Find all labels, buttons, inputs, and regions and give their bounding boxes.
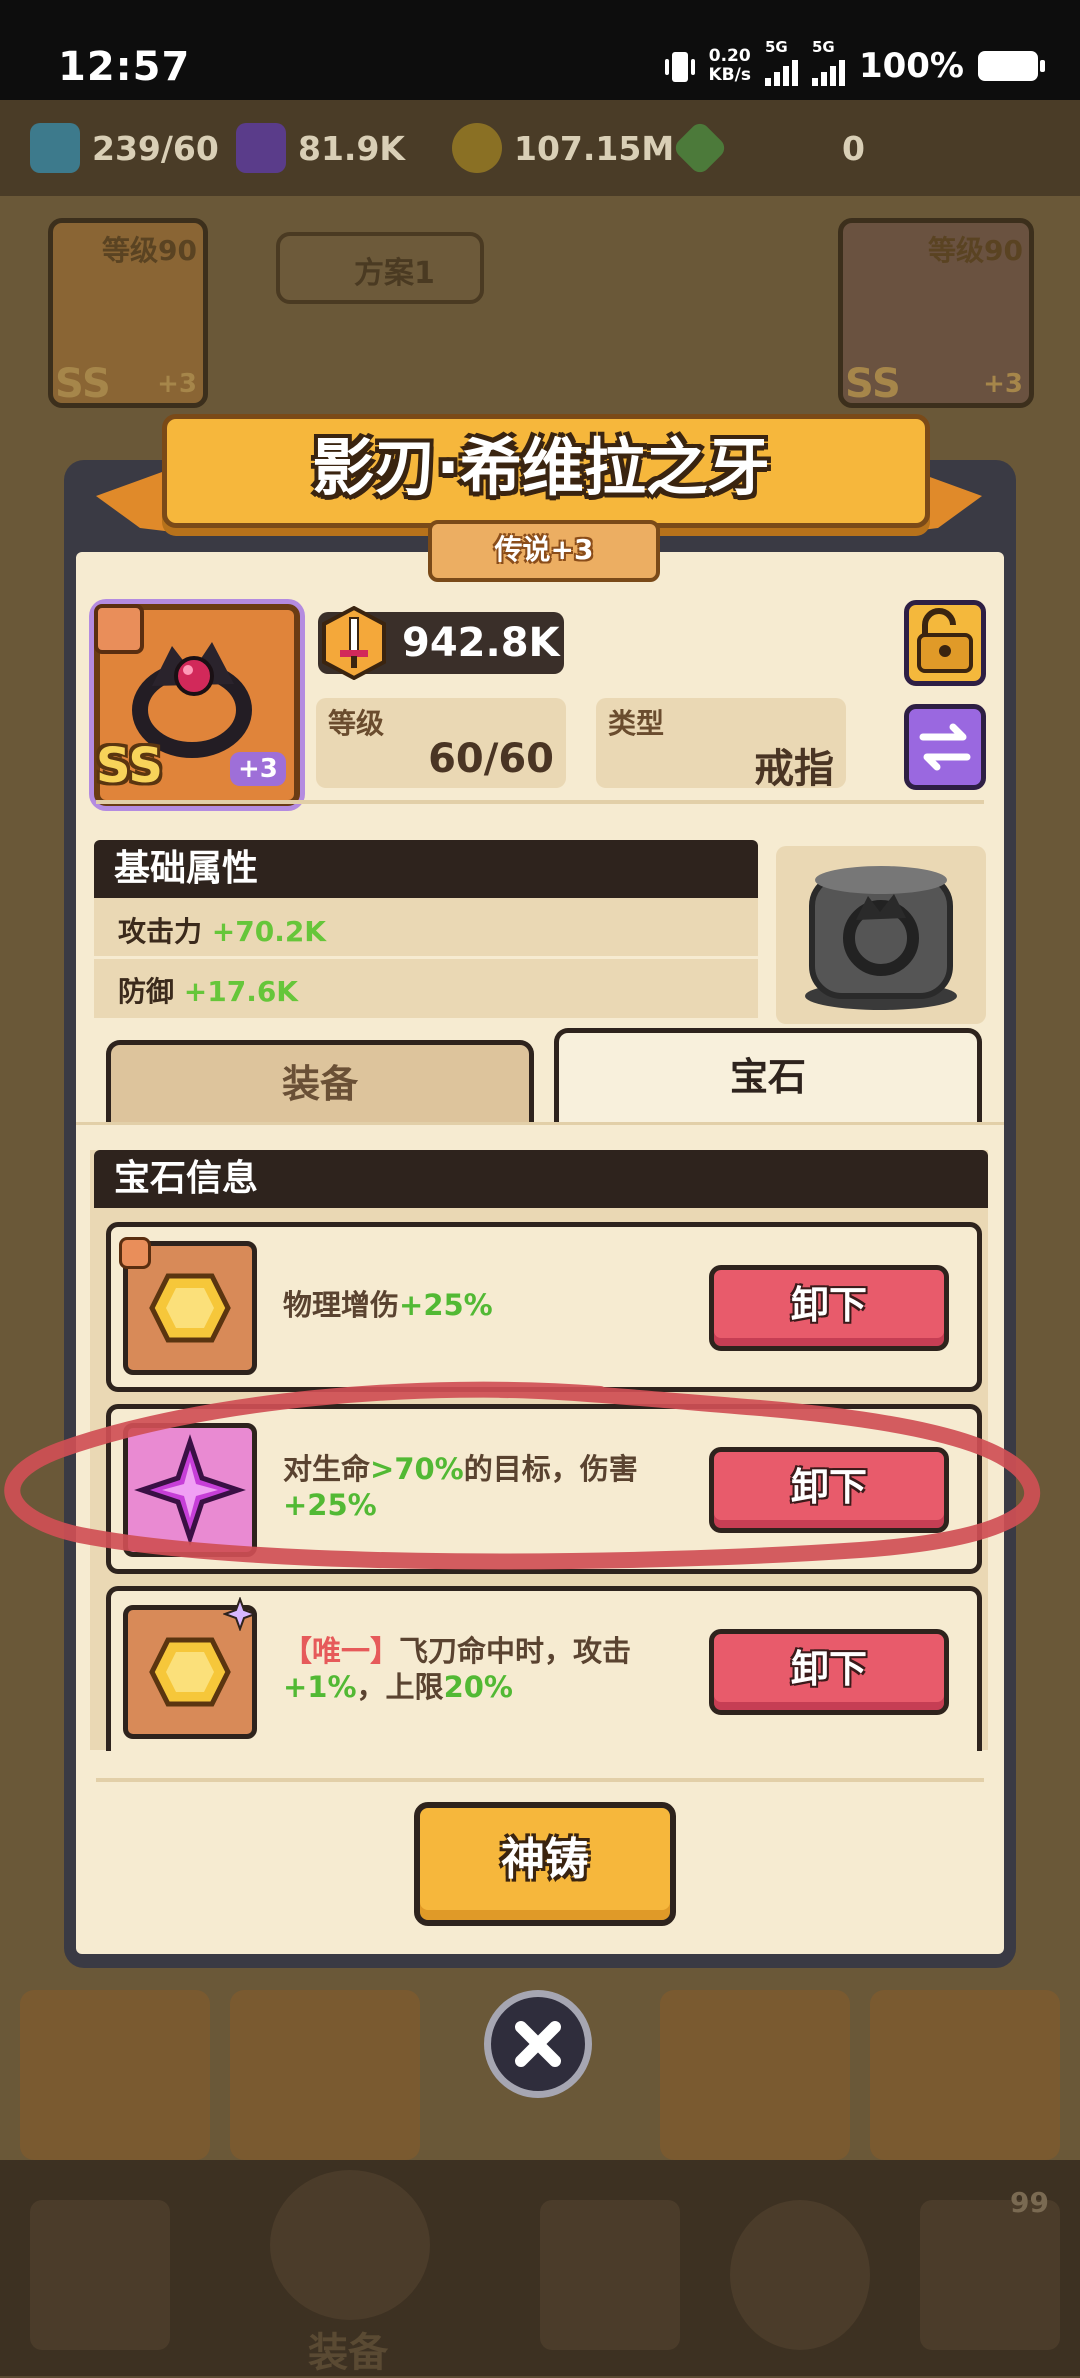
bg-gem-slot-1[interactable] xyxy=(20,1990,210,2160)
attr-defense-value: +17.6K xyxy=(183,975,299,1008)
attr-attack-label: 攻击力 xyxy=(118,915,203,948)
gem3-text-b: ，上限 xyxy=(356,1670,444,1704)
glass-case-icon xyxy=(805,866,957,1010)
divider-top xyxy=(96,800,984,804)
battery-percent: 100% xyxy=(858,46,964,86)
nav-equipment-label: 装备 xyxy=(308,2330,388,2376)
gem3-value-b: 20% xyxy=(443,1670,513,1704)
sim1-label: 5G xyxy=(764,38,788,56)
bg-left-plus: +3 xyxy=(157,369,197,399)
item-preview xyxy=(776,846,986,1024)
level-value: 60/60 xyxy=(428,736,554,782)
rarity-badge: 传说+3 xyxy=(428,520,660,582)
bg-weapon-card[interactable]: 等级90 SS +3 xyxy=(48,218,208,408)
sword-power-icon xyxy=(318,605,390,681)
item-title: 影刃·希维拉之牙 xyxy=(312,431,770,504)
vibrate-icon xyxy=(662,50,696,82)
nav-battle-icon[interactable] xyxy=(540,2200,680,2350)
battery-icon xyxy=(978,51,1045,81)
bg-armor-card[interactable]: 等级90 SS +3 xyxy=(838,218,1034,408)
energy-icon xyxy=(30,123,80,173)
resource-green-value: 0 xyxy=(842,128,865,168)
tab-baseline xyxy=(76,1122,1004,1135)
nav-equipment-icon[interactable] xyxy=(270,2170,430,2320)
resource-energy-value: 239/60 xyxy=(92,128,219,168)
type-value: 戒指 xyxy=(754,746,834,792)
swap-arrows-icon xyxy=(919,723,971,771)
type-box: 类型 戒指 xyxy=(596,698,846,792)
close-button[interactable] xyxy=(484,1990,592,2098)
resource-cube-value: 81.9K xyxy=(298,128,405,168)
unlock-icon xyxy=(917,608,973,673)
bg-plan-label: 方案1 xyxy=(354,256,435,291)
ring-type-tag-icon xyxy=(94,604,144,654)
item-enhance: +3 xyxy=(230,752,286,786)
attr-row-attack: 攻击力 +70.2K xyxy=(118,910,326,950)
type-label: 类型 xyxy=(608,707,665,740)
base-attrs-header: 基础属性 xyxy=(94,840,758,898)
nav-upgrade-icon[interactable] xyxy=(730,2200,870,2350)
nav-chest-badge: 99 xyxy=(1010,2186,1049,2219)
purple-cube-icon xyxy=(236,123,286,173)
forge-button[interactable]: 神铸 xyxy=(414,1802,676,1926)
gem-effect-text: 物理增伤+25% xyxy=(283,1287,703,1323)
swap-button[interactable] xyxy=(904,704,986,790)
resource-gold-value: 107.15M xyxy=(514,128,675,168)
annotation-circle xyxy=(4,1381,1040,1570)
nav-shop-icon[interactable] xyxy=(30,2200,170,2350)
attr-defense-label: 防御 xyxy=(118,975,175,1008)
signal-sim1: 5G xyxy=(764,38,798,86)
resource-energy[interactable]: 239/60 xyxy=(30,120,219,176)
ring-slot-tag-icon xyxy=(119,1237,151,1269)
status-bar: 12:57 0.20 KB/s 5G 5G 100% xyxy=(0,0,1080,100)
gem1-value: +25% xyxy=(399,1288,493,1322)
level-label: 等级 xyxy=(328,707,385,740)
sim2-label: 5G xyxy=(811,38,835,56)
bg-right-level: 等级90 xyxy=(928,234,1023,267)
status-time: 12:57 xyxy=(58,44,191,90)
level-box: 等级 60/60 xyxy=(316,698,566,788)
net-speed-value: 0.20 xyxy=(708,46,751,66)
bg-plan-button[interactable]: 方案1 xyxy=(276,232,484,304)
bg-left-level: 等级90 xyxy=(102,234,197,267)
green-gem-icon xyxy=(671,119,729,177)
gold-coin-icon xyxy=(452,123,502,173)
lock-button[interactable] xyxy=(904,600,986,686)
resource-green[interactable]: 0 xyxy=(671,119,865,177)
attr-attack-value: +70.2K xyxy=(211,915,327,948)
bg-gem-slot-4[interactable] xyxy=(870,1990,1060,2160)
bg-gem-slot-3[interactable] xyxy=(660,1990,850,2160)
attr-row-defense: 防御 +17.6K xyxy=(118,970,298,1010)
divider-bottom xyxy=(96,1778,984,1782)
bg-right-plus: +3 xyxy=(983,369,1023,399)
resource-gold[interactable]: 107.15M xyxy=(452,120,674,176)
attr-divider xyxy=(94,956,758,959)
tab-gems[interactable]: 宝石 xyxy=(554,1028,982,1127)
resource-bar: 239/60 81.9K 107.15M 0 xyxy=(0,100,1080,196)
item-grade: SS xyxy=(96,738,163,794)
bg-left-grade: SS xyxy=(55,361,111,407)
base-attrs-panel: 攻击力 +70.2K 防御 +17.6K xyxy=(94,898,758,1018)
bottom-nav: 装备 99 xyxy=(0,2160,1080,2376)
unequip-button[interactable]: 卸下 xyxy=(709,1265,949,1351)
nav-chest-icon[interactable] xyxy=(920,2200,1060,2350)
bg-right-grade: SS xyxy=(845,361,901,407)
status-right-group: 0.20 KB/s 5G 5G 100% xyxy=(662,38,1045,86)
tab-equipment[interactable]: 装备 xyxy=(106,1040,534,1127)
signal-sim2: 5G xyxy=(811,38,845,86)
gem1-text: 物理增伤 xyxy=(283,1288,400,1322)
resource-cube[interactable]: 81.9K xyxy=(236,120,405,176)
bg-gem-slot-2[interactable] xyxy=(230,1990,420,2160)
net-speed: 0.20 KB/s xyxy=(708,47,750,85)
net-speed-unit: KB/s xyxy=(708,65,751,85)
close-icon xyxy=(515,2021,561,2067)
gem-info-header: 宝石信息 xyxy=(94,1150,988,1208)
gem3-value-a: +1% xyxy=(283,1670,357,1704)
